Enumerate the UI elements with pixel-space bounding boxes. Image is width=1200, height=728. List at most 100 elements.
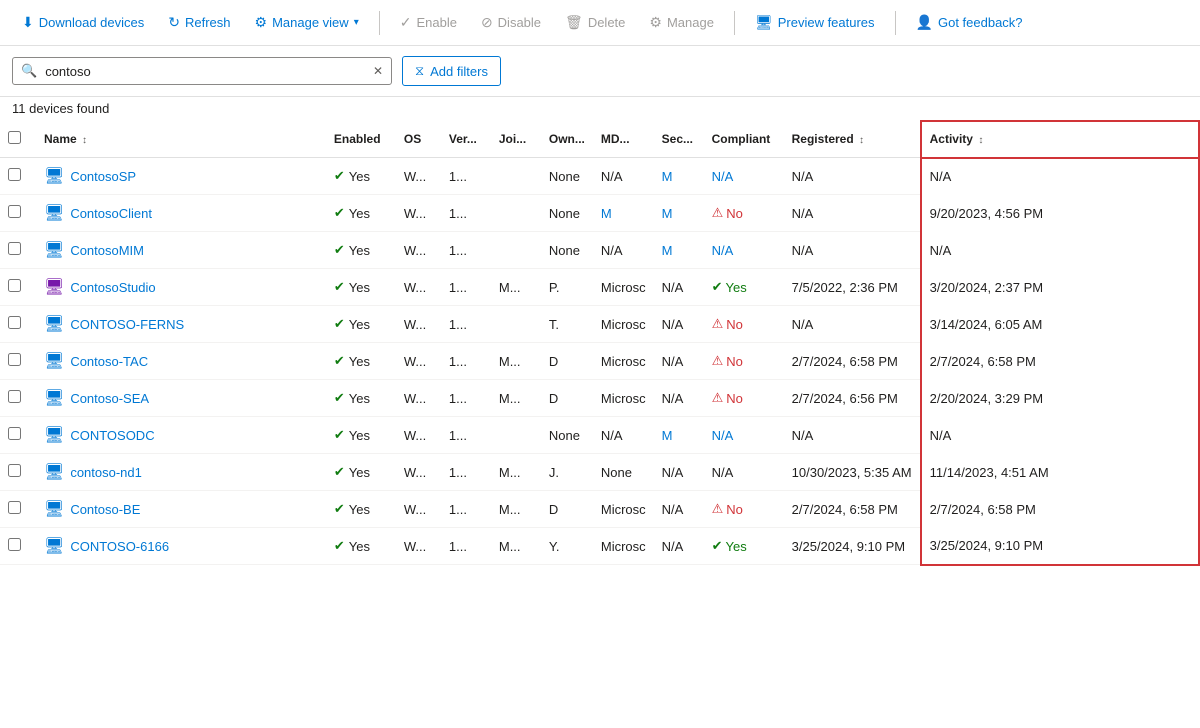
- sec-cell: N/A: [654, 454, 704, 491]
- green-check-icon: ✔: [334, 168, 345, 184]
- disable-button[interactable]: ⊘ Disable: [471, 8, 551, 37]
- device-name-link[interactable]: 🖥CONTOSO-6166: [44, 536, 318, 556]
- joi-cell: M...: [491, 269, 541, 306]
- row-checkbox[interactable]: [8, 279, 21, 292]
- compliant-cell: ⚠ No: [704, 343, 784, 380]
- refresh-button[interactable]: ↻ Refresh: [158, 8, 240, 37]
- joi-cell: M...: [491, 380, 541, 417]
- sort-icon-activity: ↕: [978, 135, 983, 146]
- green-check-icon: ✔: [334, 316, 345, 332]
- device-name-link[interactable]: 🖥ContosoMIM: [44, 240, 318, 260]
- compliant-status: N/A: [712, 169, 734, 184]
- header-enabled[interactable]: Enabled: [326, 121, 396, 158]
- enabled-cell: ✔ Yes: [326, 343, 396, 380]
- ver-cell: 1...: [441, 158, 491, 195]
- sec-cell: M: [654, 195, 704, 232]
- sec-value: M: [662, 206, 673, 221]
- compliant-cell: ⚠ No: [704, 491, 784, 528]
- activity-cell: 2/7/2024, 6:58 PM: [921, 343, 1199, 380]
- device-name-link[interactable]: 🖥CONTOSODC: [44, 425, 318, 445]
- enabled-status: ✔ Yes: [334, 538, 388, 554]
- enabled-status: ✔ Yes: [334, 390, 388, 406]
- row-checkbox[interactable]: [8, 538, 21, 551]
- device-name-link[interactable]: 🖥Contoso-TAC: [44, 351, 318, 371]
- header-joi[interactable]: Joi...: [491, 121, 541, 158]
- device-count: 11 devices found: [0, 97, 1200, 120]
- toolbar: ⬇ Download devices ↻ Refresh ⚙ Manage vi…: [0, 0, 1200, 46]
- own-cell: D: [541, 491, 593, 528]
- enabled-cell: ✔ Yes: [326, 417, 396, 454]
- header-os[interactable]: OS: [396, 121, 441, 158]
- add-filters-button[interactable]: ⧖ Add filters: [402, 56, 501, 86]
- header-registered[interactable]: Registered ↕: [784, 121, 921, 158]
- device-name-link[interactable]: 🖥ContosoClient: [44, 203, 318, 223]
- enabled-cell: ✔ Yes: [326, 158, 396, 195]
- sec-cell: N/A: [654, 306, 704, 343]
- compliant-status: ⚠ No: [712, 353, 776, 369]
- download-devices-button[interactable]: ⬇ Download devices: [12, 8, 154, 37]
- enabled-cell: ✔ Yes: [326, 528, 396, 565]
- compliant-status: ✔ Yes: [712, 279, 776, 295]
- device-name-link[interactable]: 🖥Contoso-SEA: [44, 388, 318, 408]
- row-checkbox[interactable]: [8, 353, 21, 366]
- os-cell: W...: [396, 158, 441, 195]
- green-check-icon: ✔: [334, 464, 345, 480]
- device-name-link[interactable]: 🖥ContosoStudio: [44, 277, 318, 297]
- ver-cell: 1...: [441, 269, 491, 306]
- device-name-link[interactable]: 🖥CONTOSO-FERNS: [44, 314, 318, 334]
- row-checkbox[interactable]: [8, 427, 21, 440]
- row-checkbox[interactable]: [8, 390, 21, 403]
- ver-cell: 1...: [441, 380, 491, 417]
- feedback-button[interactable]: 👤 Got feedback?: [906, 8, 1033, 37]
- os-cell: W...: [396, 232, 441, 269]
- sec-cell: N/A: [654, 491, 704, 528]
- header-compliant[interactable]: Compliant: [704, 121, 784, 158]
- device-icon: 🖥: [44, 499, 64, 519]
- manage-view-button[interactable]: ⚙ Manage view ▾: [245, 8, 369, 37]
- row-checkbox[interactable]: [8, 168, 21, 181]
- row-checkbox[interactable]: [8, 242, 21, 255]
- preview-features-button[interactable]: 🖥 Preview features: [745, 8, 885, 37]
- manage-button[interactable]: ⚙ Manage: [639, 8, 724, 37]
- device-name-link[interactable]: 🖥Contoso-BE: [44, 499, 318, 519]
- device-icon: 🖥: [44, 388, 64, 408]
- divider-1: [379, 11, 380, 35]
- search-input[interactable]: [45, 64, 365, 79]
- own-cell: D: [541, 343, 593, 380]
- activity-cell: 3/20/2024, 2:37 PM: [921, 269, 1199, 306]
- divider-3: [895, 11, 896, 35]
- row-checkbox[interactable]: [8, 205, 21, 218]
- enabled-status: ✔ Yes: [334, 427, 388, 443]
- row-checkbox[interactable]: [8, 316, 21, 329]
- header-sec[interactable]: Sec...: [654, 121, 704, 158]
- own-cell: None: [541, 417, 593, 454]
- enable-button[interactable]: ✓ Enable: [390, 8, 467, 37]
- enabled-status: ✔ Yes: [334, 353, 388, 369]
- row-checkbox[interactable]: [8, 501, 21, 514]
- joi-cell: [491, 417, 541, 454]
- joi-cell: M...: [491, 528, 541, 565]
- header-name[interactable]: Name ↕: [36, 121, 326, 158]
- compliant-cell: ⚠ No: [704, 195, 784, 232]
- preview-icon: 🖥: [755, 14, 773, 31]
- delete-button[interactable]: 🗑 Delete: [555, 8, 635, 37]
- sec-cell: N/A: [654, 528, 704, 565]
- search-clear-button[interactable]: ✕: [373, 64, 383, 78]
- header-activity[interactable]: Activity ↕: [921, 121, 1199, 158]
- os-cell: W...: [396, 417, 441, 454]
- header-own[interactable]: Own...: [541, 121, 593, 158]
- device-name-link[interactable]: 🖥ContosoSP: [44, 166, 318, 186]
- delete-icon: 🗑: [565, 14, 583, 31]
- md-cell: N/A: [593, 417, 654, 454]
- compliant-cell: N/A: [704, 454, 784, 491]
- sec-cell: M: [654, 417, 704, 454]
- registered-cell: 2/7/2024, 6:56 PM: [784, 380, 921, 417]
- row-checkbox[interactable]: [8, 464, 21, 477]
- device-name-link[interactable]: 🖥contoso-nd1: [44, 462, 318, 482]
- header-md[interactable]: MD...: [593, 121, 654, 158]
- select-all-checkbox[interactable]: [8, 131, 21, 144]
- header-ver[interactable]: Ver...: [441, 121, 491, 158]
- compliant-cell: N/A: [704, 232, 784, 269]
- green-check-icon: ✔: [334, 427, 345, 443]
- green-check-icon: ✔: [334, 501, 345, 517]
